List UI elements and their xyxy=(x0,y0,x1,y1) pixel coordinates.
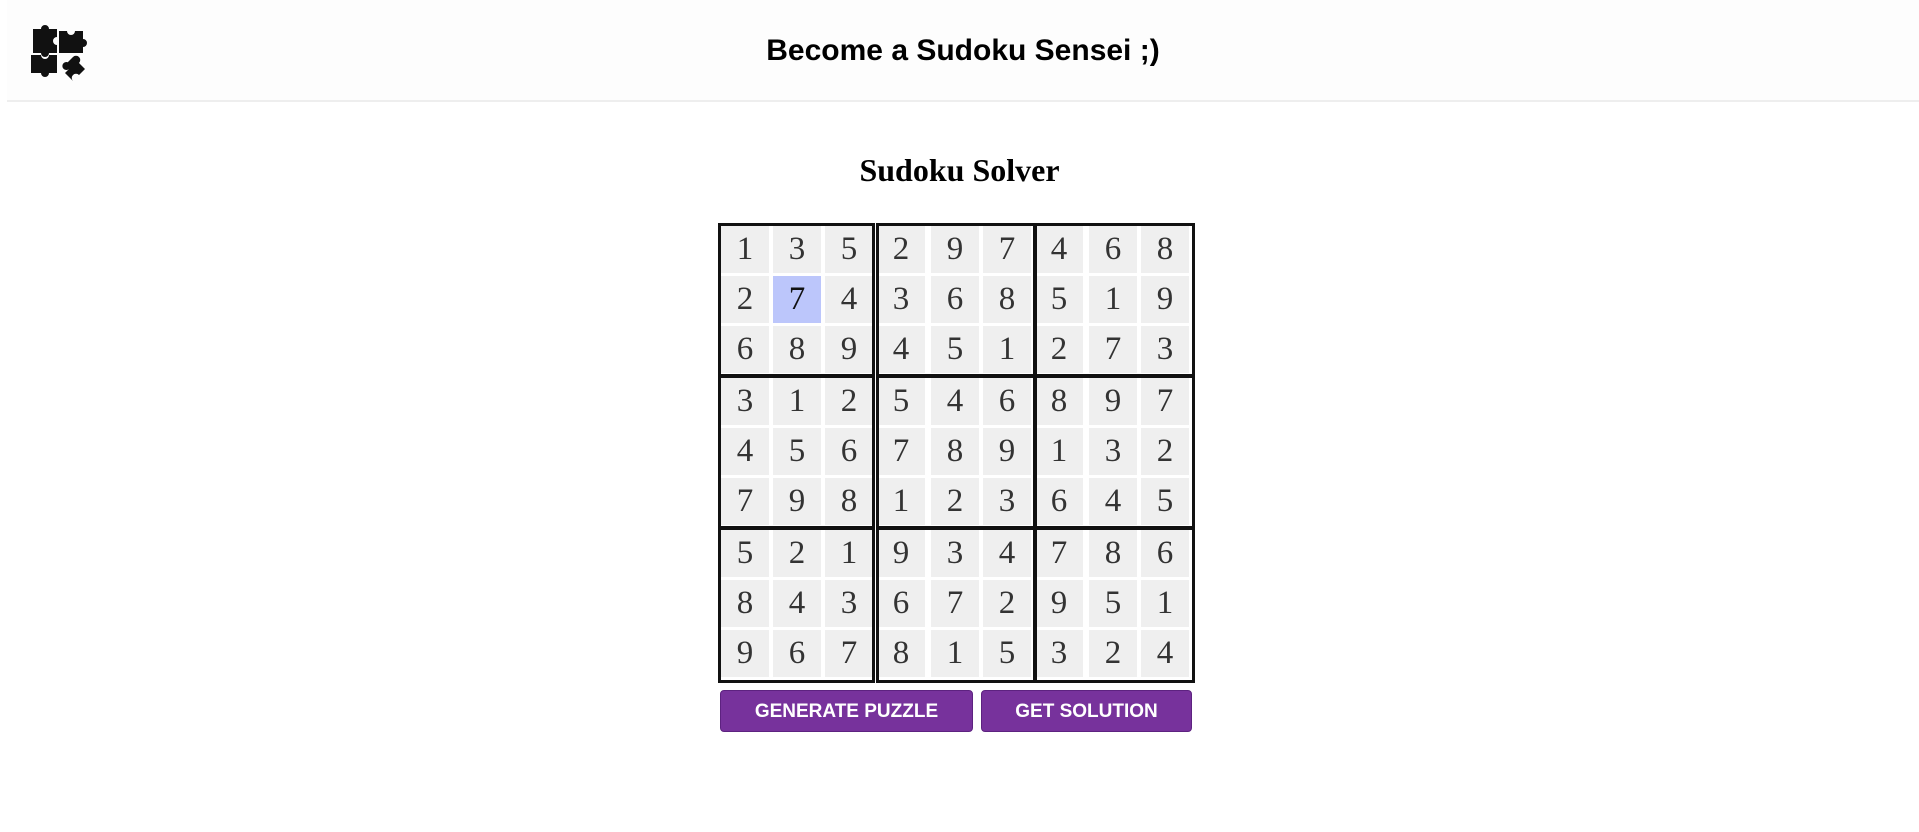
sudoku-cell[interactable]: 6 xyxy=(1089,226,1137,273)
sudoku-cell[interactable]: 5 xyxy=(825,226,873,273)
sudoku-cell[interactable]: 3 xyxy=(931,530,979,577)
sudoku-cell[interactable]: 9 xyxy=(983,428,1031,475)
sudoku-cell[interactable]: 1 xyxy=(1089,276,1137,323)
sudoku-cell[interactable]: 4 xyxy=(931,378,979,425)
sudoku-cell[interactable]: 7 xyxy=(825,630,873,677)
sudoku-cell[interactable]: 7 xyxy=(721,478,769,525)
sudoku-cell[interactable]: 1 xyxy=(1141,580,1189,627)
sudoku-cell[interactable]: 2 xyxy=(1141,428,1189,475)
sudoku-cell[interactable]: 1 xyxy=(1035,428,1083,475)
sudoku-cell[interactable]: 8 xyxy=(825,478,873,525)
sudoku-cell[interactable]: 3 xyxy=(1035,630,1083,677)
sudoku-cell[interactable]: 9 xyxy=(1141,276,1189,323)
sudoku-cell[interactable]: 5 xyxy=(931,326,979,373)
sudoku-cell[interactable]: 6 xyxy=(773,630,821,677)
sudoku-cell[interactable]: 4 xyxy=(983,530,1031,577)
sudoku-cell[interactable]: 7 xyxy=(773,276,821,323)
sudoku-cell[interactable]: 6 xyxy=(1035,478,1083,525)
sudoku-cell[interactable]: 7 xyxy=(1035,530,1083,577)
sudoku-cell[interactable]: 2 xyxy=(983,580,1031,627)
sudoku-board: 1352974682743685196894512733125468974567… xyxy=(718,223,1202,683)
sudoku-cell[interactable]: 5 xyxy=(877,378,925,425)
sudoku-cell[interactable]: 7 xyxy=(1141,378,1189,425)
sudoku-cell[interactable]: 1 xyxy=(721,226,769,273)
sudoku-cell[interactable]: 3 xyxy=(877,276,925,323)
sudoku-cell[interactable]: 4 xyxy=(825,276,873,323)
sudoku-cell[interactable]: 7 xyxy=(931,580,979,627)
sudoku-cell[interactable]: 8 xyxy=(983,276,1031,323)
sudoku-cell[interactable]: 9 xyxy=(721,630,769,677)
sudoku-cell[interactable]: 3 xyxy=(1141,326,1189,373)
sudoku-cell[interactable]: 5 xyxy=(773,428,821,475)
sudoku-cell[interactable]: 9 xyxy=(1035,580,1083,627)
sudoku-cell[interactable]: 9 xyxy=(877,530,925,577)
sudoku-cell[interactable]: 2 xyxy=(877,226,925,273)
sudoku-cell[interactable]: 3 xyxy=(721,378,769,425)
sudoku-cell[interactable]: 8 xyxy=(1141,226,1189,273)
sudoku-cell[interactable]: 6 xyxy=(983,378,1031,425)
site-title: Become a Sudoku Sensei ;) xyxy=(766,34,1160,67)
sudoku-cell[interactable]: 4 xyxy=(877,326,925,373)
sudoku-cell[interactable]: 3 xyxy=(773,226,821,273)
sudoku-cell[interactable]: 8 xyxy=(1089,530,1137,577)
sudoku-cell[interactable]: 5 xyxy=(721,530,769,577)
sudoku-cell[interactable]: 8 xyxy=(931,428,979,475)
sudoku-cell[interactable]: 6 xyxy=(721,326,769,373)
sudoku-cell[interactable]: 2 xyxy=(773,530,821,577)
sudoku-cell[interactable]: 8 xyxy=(773,326,821,373)
sudoku-cell[interactable]: 6 xyxy=(931,276,979,323)
sudoku-cell[interactable]: 7 xyxy=(983,226,1031,273)
sudoku-cell[interactable]: 4 xyxy=(721,428,769,475)
sudoku-cell[interactable]: 2 xyxy=(1035,326,1083,373)
sudoku-cell[interactable]: 9 xyxy=(931,226,979,273)
sudoku-cell[interactable]: 3 xyxy=(825,580,873,627)
sudoku-cell[interactable]: 8 xyxy=(1035,378,1083,425)
sudoku-cell[interactable]: 2 xyxy=(825,378,873,425)
sudoku-cell[interactable]: 4 xyxy=(1141,630,1189,677)
sudoku-cell[interactable]: 9 xyxy=(1089,378,1137,425)
sudoku-cell[interactable]: 3 xyxy=(983,478,1031,525)
sudoku-cell[interactable]: 1 xyxy=(983,326,1031,373)
sudoku-cell[interactable]: 5 xyxy=(1035,276,1083,323)
sudoku-cell[interactable]: 1 xyxy=(825,530,873,577)
page-title: Sudoku Solver xyxy=(859,152,1060,188)
sudoku-cell[interactable]: 8 xyxy=(721,580,769,627)
sudoku-cell[interactable]: 1 xyxy=(877,478,925,525)
sudoku-cell[interactable]: 2 xyxy=(931,478,979,525)
sudoku-cell[interactable]: 7 xyxy=(1089,326,1137,373)
sudoku-cell[interactable]: 6 xyxy=(1141,530,1189,577)
sudoku-cell[interactable]: 4 xyxy=(1035,226,1083,273)
get-solution-button[interactable]: GET SOLUTION xyxy=(981,690,1192,732)
site-header: Become a Sudoku Sensei ;) xyxy=(7,0,1919,102)
generate-puzzle-button[interactable]: GENERATE PUZZLE xyxy=(720,690,973,732)
sudoku-cell[interactable]: 6 xyxy=(825,428,873,475)
sudoku-cell[interactable]: 5 xyxy=(1141,478,1189,525)
sudoku-cell[interactable]: 2 xyxy=(1089,630,1137,677)
sudoku-cell[interactable]: 3 xyxy=(1089,428,1137,475)
sudoku-cell[interactable]: 9 xyxy=(773,478,821,525)
sudoku-cell[interactable]: 7 xyxy=(877,428,925,475)
sudoku-cell[interactable]: 5 xyxy=(983,630,1031,677)
sudoku-cell[interactable]: 5 xyxy=(1089,580,1137,627)
sudoku-cell[interactable]: 2 xyxy=(721,276,769,323)
sudoku-cell[interactable]: 4 xyxy=(1089,478,1137,525)
sudoku-cell[interactable]: 8 xyxy=(877,630,925,677)
sudoku-cell[interactable]: 1 xyxy=(773,378,821,425)
sudoku-cell[interactable]: 6 xyxy=(877,580,925,627)
sudoku-cell[interactable]: 9 xyxy=(825,326,873,373)
sudoku-cell[interactable]: 1 xyxy=(931,630,979,677)
sudoku-cell[interactable]: 4 xyxy=(773,580,821,627)
